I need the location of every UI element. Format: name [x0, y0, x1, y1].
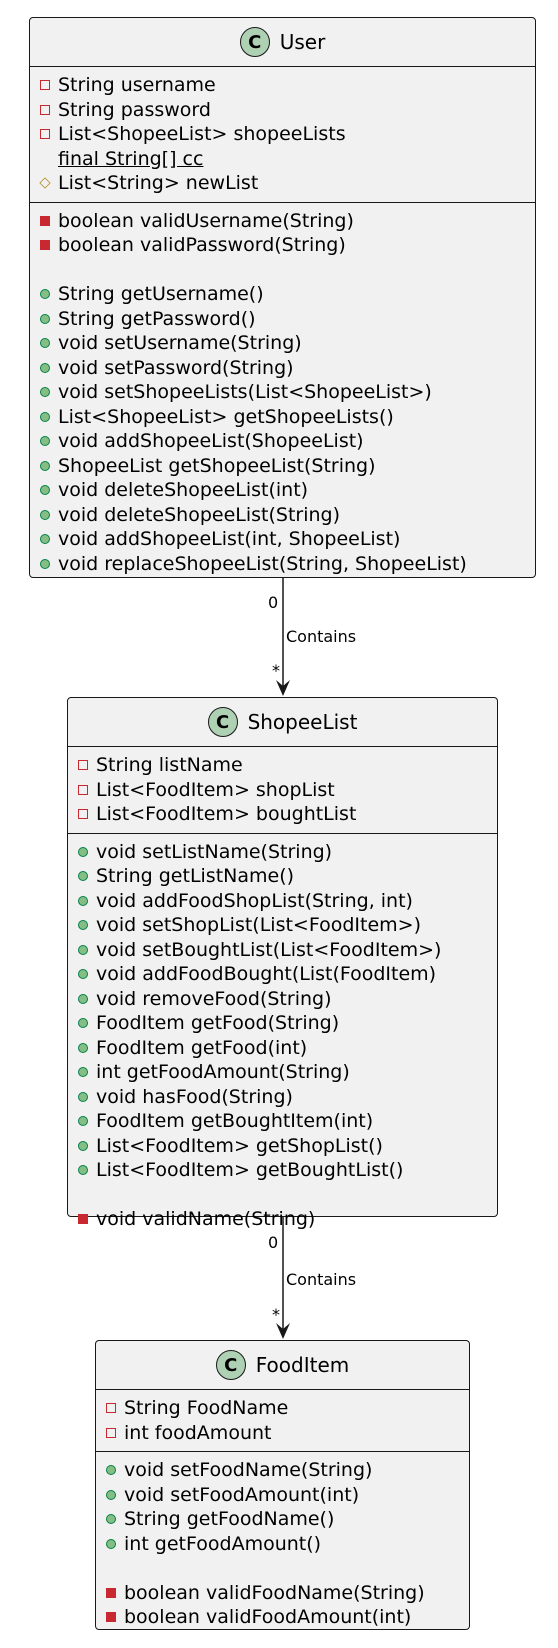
association-label: Contains	[286, 1270, 357, 1289]
multiplicity-source: 0	[268, 1233, 279, 1252]
multiplicity-source: 0	[268, 593, 279, 612]
association-lines	[276, 578, 290, 1339]
association-label: Contains	[286, 627, 357, 646]
multiplicity-target: *	[272, 1305, 280, 1324]
multiplicity-target: *	[272, 661, 280, 680]
